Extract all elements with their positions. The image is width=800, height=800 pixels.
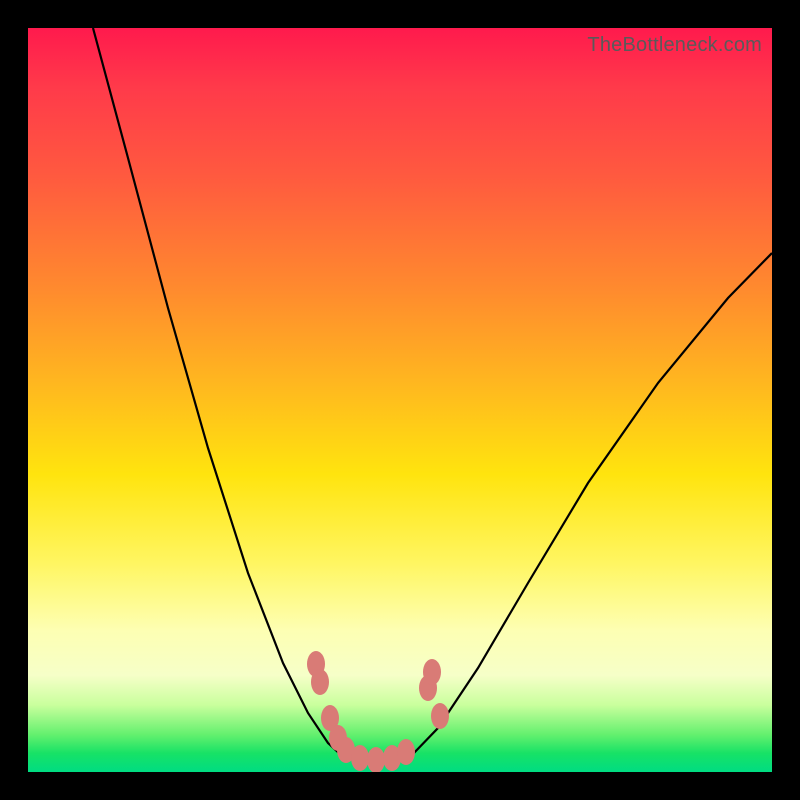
valley-marker [311, 669, 329, 695]
chart-frame: TheBottleneck.com [0, 0, 800, 800]
valley-marker [431, 703, 449, 729]
valley-marker [397, 739, 415, 765]
valley-marker [351, 745, 369, 771]
bottleneck-curve [28, 28, 772, 772]
valley-markers [307, 651, 449, 772]
valley-marker [423, 659, 441, 685]
plot-area: TheBottleneck.com [28, 28, 772, 772]
curve-path [93, 28, 772, 762]
valley-marker [367, 747, 385, 772]
